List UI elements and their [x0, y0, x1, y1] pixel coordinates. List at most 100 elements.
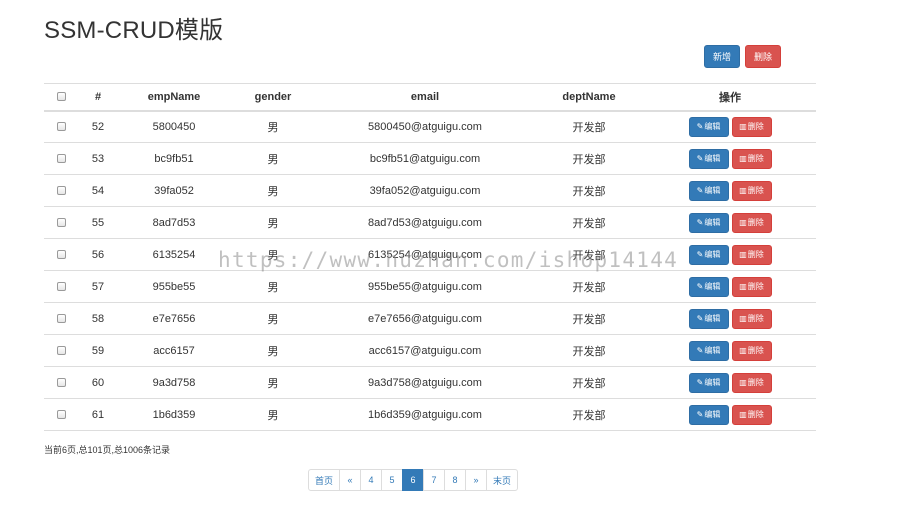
select-all-checkbox[interactable]	[56, 92, 66, 102]
edit-label: 编辑	[704, 218, 721, 227]
cell-id: 58	[78, 302, 118, 335]
cell-deptname: 开发部	[534, 366, 644, 399]
cell-empname: 8ad7d53	[118, 206, 230, 239]
page-link-4[interactable]: 4	[360, 469, 383, 491]
table-row: 59 acc6157 男 acc6157@atguigu.com 开发部 ✎ 编辑 ▥ 删除	[44, 334, 816, 367]
edit-label: 编辑	[704, 122, 721, 132]
cell-deptname: 开发部	[534, 302, 644, 335]
page-title: SSM-CRUD模版	[44, 17, 224, 44]
row-checkbox-cell	[44, 334, 78, 367]
delete-label: 删除	[747, 154, 764, 163]
cell-deptname: 开发部	[534, 334, 644, 367]
pagination: 首页 « 4 5 6 7 8 » 末页	[308, 469, 519, 491]
row-checkbox-cell	[44, 398, 78, 431]
header-operations: 操作	[644, 83, 816, 112]
cell-gender: 男	[230, 238, 316, 271]
row-checkbox-cell	[44, 270, 78, 303]
delete-button[interactable]: ▥ 删除	[731, 308, 772, 329]
row-checkbox[interactable]	[56, 378, 66, 388]
first-page-link[interactable]: 首页	[308, 469, 341, 491]
edit-button[interactable]: ✎ 编辑	[688, 372, 729, 393]
delete-button[interactable]: ▥ 删除	[731, 212, 772, 233]
cell-empname: e7e7656	[118, 302, 230, 335]
cell-email: 8ad7d53@atguigu.com	[316, 206, 534, 239]
row-checkbox[interactable]	[56, 186, 66, 196]
row-checkbox[interactable]	[56, 282, 66, 292]
row-checkbox[interactable]	[56, 154, 66, 164]
edit-button[interactable]: ✎ 编辑	[688, 180, 729, 201]
edit-label: 编辑	[704, 154, 721, 163]
cell-deptname: 开发部	[534, 174, 644, 207]
row-checkbox[interactable]	[56, 314, 66, 324]
cell-empname: 1b6d359	[118, 398, 230, 431]
trash-icon: ▥	[739, 154, 747, 163]
prev-page-link[interactable]: «	[339, 469, 362, 491]
page-link-5[interactable]: 5	[381, 469, 404, 491]
delete-label: 删除	[747, 218, 764, 227]
cell-gender: 男	[230, 302, 316, 335]
delete-button[interactable]: ▥ 删除	[731, 180, 772, 201]
row-checkbox[interactable]	[56, 250, 66, 260]
employee-table: # empName gender email deptName 操作 52 580…	[44, 83, 816, 431]
delete-button[interactable]: ▥ 删除	[731, 116, 772, 137]
cell-gender: 男	[230, 334, 316, 367]
delete-button[interactable]: ▥ 删除	[731, 404, 772, 425]
cell-empname: 955be55	[118, 270, 230, 303]
table-header-row: # empName gender email deptName 操作	[44, 83, 816, 112]
row-checkbox-cell	[44, 238, 78, 271]
trash-icon: ▥	[739, 378, 747, 387]
cell-operations: ✎ 编辑 ▥ 删除	[644, 206, 816, 239]
row-checkbox[interactable]	[56, 346, 66, 356]
delete-button[interactable]: ▥ 删除	[731, 276, 772, 297]
row-checkbox-cell	[44, 302, 78, 335]
cell-gender: 男	[230, 206, 316, 239]
cell-deptname: 开发部	[534, 142, 644, 175]
edit-button[interactable]: ✎ 编辑	[688, 148, 729, 169]
cell-operations: ✎ 编辑 ▥ 删除	[644, 366, 816, 399]
edit-button[interactable]: ✎ 编辑	[688, 340, 729, 361]
delete-all-button[interactable]: 删除	[745, 45, 781, 68]
table-row: 53 bc9fb51 男 bc9fb51@atguigu.com 开发部 ✎ 编辑 ▥ 删除	[44, 142, 816, 175]
pencil-icon: ✎	[696, 314, 704, 323]
cell-gender: 男	[230, 174, 316, 207]
row-checkbox[interactable]	[56, 122, 66, 132]
delete-button[interactable]: ▥ 删除	[731, 340, 772, 361]
page-link-7[interactable]: 7	[423, 469, 446, 491]
cell-email: bc9fb51@atguigu.com	[316, 142, 534, 175]
cell-operations: ✎ 编辑 ▥ 删除	[644, 238, 816, 271]
header-deptname: deptName	[534, 83, 644, 112]
table-row: 52 5800450 男 5800450@atguigu.com 开发部 ✎ 编辑 ▥ 删除	[44, 110, 816, 143]
edit-button[interactable]: ✎ 编辑	[688, 244, 729, 265]
header-gender: gender	[230, 83, 316, 112]
cell-operations: ✎ 编辑 ▥ 删除	[644, 110, 816, 143]
edit-button[interactable]: ✎ 编辑	[688, 116, 729, 137]
delete-label: 删除	[747, 346, 764, 355]
page-info: 当前6页,总101页,总1006条记录	[44, 445, 171, 455]
cell-id: 60	[78, 366, 118, 399]
edit-button[interactable]: ✎ 编辑	[688, 276, 729, 297]
edit-button[interactable]: ✎ 编辑	[688, 308, 729, 329]
delete-button[interactable]: ▥ 删除	[731, 244, 772, 265]
edit-button[interactable]: ✎ 编辑	[688, 404, 729, 425]
cell-email: 39fa052@atguigu.com	[316, 174, 534, 207]
next-page-link[interactable]: »	[465, 469, 488, 491]
cell-gender: 男	[230, 110, 316, 143]
delete-label: 删除	[747, 250, 764, 259]
pencil-icon: ✎	[696, 154, 704, 163]
row-checkbox[interactable]	[56, 218, 66, 228]
page-link-8[interactable]: 8	[444, 469, 467, 491]
pencil-icon: ✎	[696, 186, 704, 195]
cell-deptname: 开发部	[534, 398, 644, 431]
delete-button[interactable]: ▥ 删除	[731, 372, 772, 393]
page-link-6-current[interactable]: 6	[402, 469, 425, 491]
row-checkbox[interactable]	[56, 410, 66, 420]
delete-button[interactable]: ▥ 删除	[731, 148, 772, 169]
last-page-link[interactable]: 末页	[486, 469, 519, 491]
edit-button[interactable]: ✎ 编辑	[688, 212, 729, 233]
cell-email: acc6157@atguigu.com	[316, 334, 534, 367]
header-id: #	[78, 83, 118, 112]
cell-gender: 男	[230, 142, 316, 175]
cell-email: 955be55@atguigu.com	[316, 270, 534, 303]
top-actions: 新增 删除	[704, 45, 781, 68]
add-button[interactable]: 新增	[704, 45, 740, 68]
